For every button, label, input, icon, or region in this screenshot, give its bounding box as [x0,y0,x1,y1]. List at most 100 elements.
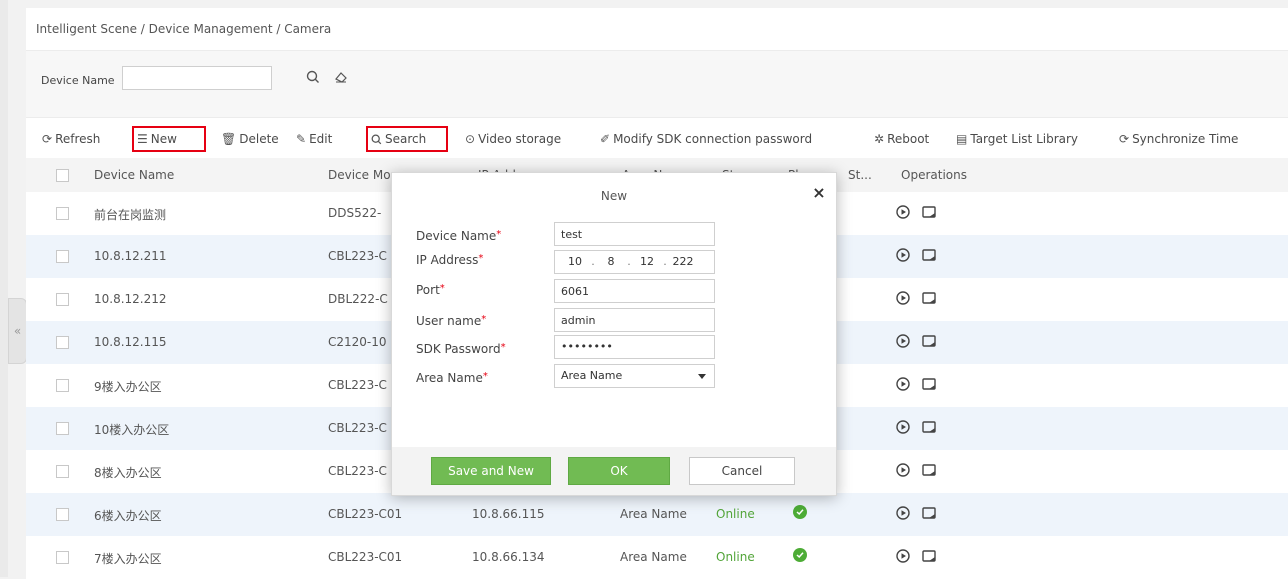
row-checkbox[interactable] [56,293,69,306]
snapshot-icon[interactable] [921,376,939,392]
snapshot-icon[interactable] [921,204,939,220]
row-checkbox[interactable] [56,422,69,435]
play-video-icon[interactable] [895,333,913,349]
area-name-cell: Area Name [620,507,687,521]
row-checkbox[interactable] [56,207,69,220]
row-checkbox[interactable] [56,250,69,263]
new-device-dialog: New × Device Name* IP Address* 10 . 8 . … [391,172,837,496]
port-input[interactable] [554,279,715,303]
play-video-icon[interactable] [895,204,913,220]
col-device-model[interactable]: Device Mo [328,168,391,182]
col-state[interactable]: St... [848,168,872,182]
synchronize-time-button[interactable]: ⟳ Synchronize Time [1119,126,1238,152]
status-cell: Online [716,507,755,521]
ip-octet-2[interactable]: 8 [597,251,625,273]
device-name-cell: 9楼入办公区 [94,380,162,394]
col-device-name[interactable]: Device Name [94,168,174,182]
refresh-button[interactable]: ⟳ Refresh [42,126,100,152]
table-row[interactable]: 7楼入办公区 CBL223-C01 10.8.66.134 Area Name Onli… [26,536,1288,579]
snapshot-icon[interactable] [921,247,939,263]
delete-button[interactable]: 🗑 Delete [221,126,279,152]
snapshot-icon[interactable] [921,462,939,478]
user-name-input[interactable] [554,308,715,332]
edit-box-icon: ✐ [600,132,611,146]
search-button[interactable]: Search [366,126,448,152]
device-model-cell: C2120-10 [328,335,387,349]
new-label: New [150,132,177,146]
pencil-icon: ✎ [296,132,307,146]
play-video-icon[interactable] [895,376,913,392]
select-all-checkbox[interactable] [56,169,69,182]
video-storage-button[interactable]: ⊙ Video storage [465,126,561,152]
cancel-button[interactable]: Cancel [689,457,795,485]
device-model-cell: CBL223-C [328,378,387,392]
play-video-icon[interactable] [895,290,913,306]
row-checkbox[interactable] [56,465,69,478]
modify-sdk-label: Modify SDK connection password [613,132,813,146]
ip-address-input[interactable]: 10 . 8 . 12 . 222 [554,250,715,274]
row-checkbox[interactable] [56,551,69,564]
device-model-cell: CBL223-C [328,421,387,435]
snapshot-icon[interactable] [921,548,939,564]
play-video-icon[interactable] [895,247,913,263]
device-name-cell: 7楼入办公区 [94,552,162,566]
snapshot-icon[interactable] [921,290,939,306]
target-list-library-button[interactable]: ▤ Target List Library [956,126,1078,152]
user-name-label: User name* [416,314,487,328]
delete-label: Delete [239,132,279,146]
row-checkbox[interactable] [56,379,69,392]
target-list-label: Target List Library [970,132,1079,146]
device-model-cell: DBL222-C [328,292,388,306]
ip-octet-4[interactable]: 222 [669,251,697,273]
storage-icon: ⊙ [465,132,476,146]
save-and-new-button[interactable]: Save and New [431,457,551,485]
search-icon[interactable] [302,65,324,89]
video-storage-label: Video storage [478,132,562,146]
device-name-filter-input[interactable] [122,66,272,90]
status-cell: Online [716,550,755,564]
ip-address-label: IP Address* [416,253,484,267]
magnifier-icon [371,134,382,145]
device-name-cell: 10楼入办公区 [94,423,170,437]
toolbar: ⟳ Refresh ☰ New 🗑 Delete ✎ Edit Search ⊙… [26,126,1288,152]
snapshot-icon[interactable] [921,419,939,435]
reboot-button[interactable]: ✲ Reboot [874,126,929,152]
ok-button[interactable]: OK [568,457,670,485]
area-name-cell: Area Name [620,550,687,564]
add-list-icon: ☰ [137,132,148,146]
area-name-label: Area Name* [416,371,488,385]
device-name-cell: 10.8.12.211 [94,249,167,263]
device-name-cell: 前台在岗监测 [94,208,167,222]
filter-device-name-label: Device Name [41,74,115,87]
row-checkbox[interactable] [56,508,69,521]
device-name-label: Device Name* [416,229,502,243]
ip-octet-1[interactable]: 10 [561,251,589,273]
area-name-select[interactable]: Area Name [554,364,715,388]
play-video-icon[interactable] [895,505,913,521]
ip-octet-3[interactable]: 12 [633,251,661,273]
close-icon[interactable]: × [810,183,828,202]
ip-address-cell: 10.8.66.115 [472,507,545,521]
sidebar-expand-handle[interactable]: « [8,298,27,364]
online-check-icon [793,548,807,562]
dialog-footer: Save and New OK Cancel [392,447,836,495]
clear-filter-icon[interactable] [330,65,352,89]
new-button[interactable]: ☰ New [132,126,206,152]
sdk-password-input[interactable]: •••••••• [554,335,715,359]
play-video-icon[interactable] [895,462,913,478]
snapshot-icon[interactable] [921,333,939,349]
device-name-input[interactable] [554,222,715,246]
ip-address-cell: 10.8.66.134 [472,550,545,564]
device-model-cell: CBL223-C01 [328,550,403,564]
port-label: Port* [416,283,445,297]
edit-button[interactable]: ✎ Edit [296,126,332,152]
modify-sdk-password-button[interactable]: ✐ Modify SDK connection password [600,126,812,152]
snapshot-icon[interactable] [921,505,939,521]
reboot-label: Reboot [887,132,930,146]
play-video-icon[interactable] [895,548,913,564]
table-row[interactable]: 6楼入办公区 CBL223-C01 10.8.66.115 Area Name Onli… [26,493,1288,536]
sdk-password-label: SDK Password* [416,342,506,356]
device-model-cell: DDS522- [328,206,382,220]
row-checkbox[interactable] [56,336,69,349]
play-video-icon[interactable] [895,419,913,435]
